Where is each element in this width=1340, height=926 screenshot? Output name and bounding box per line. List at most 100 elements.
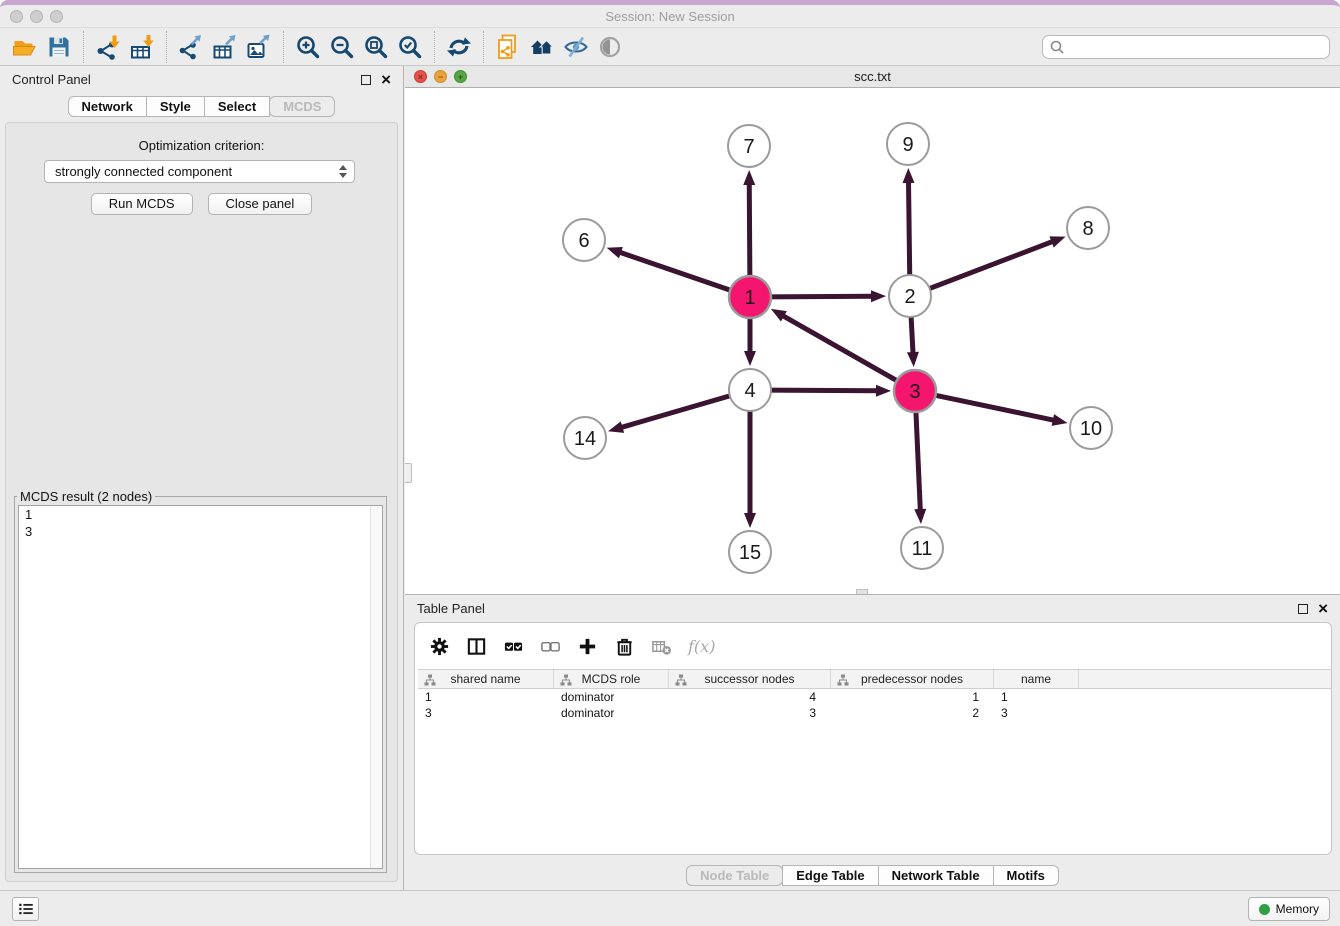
node-label: 14 bbox=[574, 428, 596, 450]
node-3[interactable]: 3 bbox=[894, 370, 936, 412]
node-9[interactable]: 9 bbox=[887, 123, 929, 165]
dropdown-stepper-icon bbox=[339, 165, 347, 178]
open-session-button[interactable] bbox=[8, 32, 42, 62]
search-box[interactable] bbox=[1042, 35, 1330, 59]
vertical-splitter-handle[interactable] bbox=[405, 463, 412, 483]
deselect-all-columns-button[interactable] bbox=[540, 634, 561, 658]
mcds-result-area[interactable]: 13 bbox=[18, 505, 383, 869]
check-boxes-icon bbox=[503, 636, 524, 657]
node-7[interactable]: 7 bbox=[728, 125, 770, 167]
edge-3-10[interactable] bbox=[933, 395, 1068, 426]
table-panel-header: Table Panel × bbox=[405, 595, 1340, 623]
table-tab-network-table[interactable]: Network Table bbox=[878, 865, 994, 886]
column-header-successor-nodes[interactable]: successor nodes bbox=[669, 670, 831, 688]
export-image-button[interactable] bbox=[242, 32, 276, 62]
home-button[interactable] bbox=[525, 32, 559, 62]
edge-1-6[interactable] bbox=[607, 247, 733, 291]
table-cell[interactable]: 3 bbox=[994, 705, 1079, 721]
table-cell[interactable]: 1 bbox=[994, 689, 1079, 705]
node-11[interactable]: 11 bbox=[901, 527, 943, 569]
import-table-button[interactable] bbox=[125, 32, 159, 62]
zoom-out-button[interactable] bbox=[325, 32, 359, 62]
table-close-panel-icon[interactable]: × bbox=[1318, 598, 1328, 620]
delete-column-button[interactable] bbox=[614, 634, 635, 658]
node-8[interactable]: 8 bbox=[1067, 207, 1109, 249]
edge-1-7[interactable] bbox=[743, 170, 755, 279]
export-table-button[interactable] bbox=[208, 32, 242, 62]
toolbar-separator bbox=[283, 31, 284, 63]
close-panel-icon[interactable]: × bbox=[381, 69, 391, 91]
search-input[interactable] bbox=[1065, 37, 1329, 57]
zoom-selected-icon bbox=[397, 34, 423, 60]
zoom-selected-button[interactable] bbox=[393, 32, 427, 62]
edge-2-3[interactable] bbox=[907, 314, 919, 367]
node-10[interactable]: 10 bbox=[1070, 407, 1112, 449]
control-tab-select[interactable]: Select bbox=[204, 96, 270, 117]
toggle-column-panel-button[interactable] bbox=[466, 634, 487, 658]
table-settings-button[interactable] bbox=[429, 634, 450, 658]
node-2[interactable]: 2 bbox=[889, 275, 931, 317]
table-cell[interactable]: 3 bbox=[669, 705, 831, 721]
control-tab-mcds[interactable]: MCDS bbox=[269, 96, 335, 117]
result-scrollbar[interactable] bbox=[370, 506, 382, 868]
node-6[interactable]: 6 bbox=[563, 219, 605, 261]
export-network-button[interactable] bbox=[174, 32, 208, 62]
table-tab-edge-table[interactable]: Edge Table bbox=[782, 865, 878, 886]
toolbar-separator bbox=[166, 31, 167, 63]
close-panel-button[interactable]: Close panel bbox=[208, 193, 313, 215]
float-panel-icon[interactable] bbox=[361, 75, 371, 85]
zoom-fit-button[interactable] bbox=[359, 32, 393, 62]
node-1[interactable]: 1 bbox=[729, 276, 771, 318]
export-table-icon bbox=[212, 34, 238, 60]
table-cell[interactable]: 2 bbox=[831, 705, 994, 721]
table-cell[interactable]: 4 bbox=[669, 689, 831, 705]
column-header-mcds-role[interactable]: MCDS role bbox=[554, 670, 669, 688]
edge-4-3[interactable] bbox=[768, 385, 891, 397]
attribute-icon bbox=[675, 674, 687, 686]
table-tab-node-table[interactable]: Node Table bbox=[686, 865, 783, 886]
refresh-view-button[interactable] bbox=[442, 32, 476, 62]
table-float-panel-icon[interactable] bbox=[1298, 604, 1308, 614]
memory-label: Memory bbox=[1276, 902, 1319, 916]
column-header-shared-name[interactable]: shared name bbox=[418, 670, 554, 688]
open-network-file-button[interactable] bbox=[491, 32, 525, 62]
edge-1-4[interactable] bbox=[744, 315, 756, 366]
node-label: 15 bbox=[739, 542, 761, 564]
network-canvas[interactable]: 7 9 6 8 1 2 4 3 14 10 15 11 bbox=[405, 89, 1340, 594]
table-cell[interactable]: 1 bbox=[831, 689, 994, 705]
table-cell[interactable]: 3 bbox=[418, 705, 554, 721]
task-history-button[interactable] bbox=[12, 897, 39, 921]
node-15[interactable]: 15 bbox=[729, 531, 771, 573]
result-line: 1 bbox=[19, 506, 382, 523]
edge-2-9[interactable] bbox=[903, 168, 915, 278]
control-tab-style[interactable]: Style bbox=[146, 96, 205, 117]
table-cell[interactable]: 1 bbox=[418, 689, 554, 705]
edge-3-1[interactable] bbox=[771, 309, 900, 382]
memory-button[interactable]: Memory bbox=[1248, 897, 1330, 921]
edge-3-11[interactable] bbox=[914, 409, 926, 524]
node-14[interactable]: 14 bbox=[564, 417, 606, 459]
save-session-button[interactable] bbox=[42, 32, 76, 62]
import-network-button[interactable] bbox=[91, 32, 125, 62]
hide-selected-button[interactable] bbox=[559, 32, 593, 62]
select-all-columns-button[interactable] bbox=[503, 634, 524, 658]
column-header-name[interactable]: name bbox=[994, 670, 1079, 688]
criterion-dropdown[interactable]: strongly connected component bbox=[44, 160, 355, 183]
control-panel-header: Control Panel × bbox=[0, 66, 403, 94]
edge-4-15[interactable] bbox=[744, 408, 756, 528]
add-column-button[interactable] bbox=[577, 634, 598, 658]
network-graph[interactable]: 7 9 6 8 1 2 4 3 14 10 15 11 bbox=[405, 89, 1340, 594]
table-tab-motifs[interactable]: Motifs bbox=[993, 865, 1059, 886]
mcds-result-group: MCDS result (2 nodes) 13 bbox=[14, 489, 387, 873]
table-cell[interactable]: dominator bbox=[554, 689, 669, 705]
edge-2-8[interactable] bbox=[927, 236, 1066, 289]
control-tab-network[interactable]: Network bbox=[68, 96, 147, 117]
toolbar-separator bbox=[434, 31, 435, 63]
column-header-predecessor-nodes[interactable]: predecessor nodes bbox=[831, 670, 994, 688]
zoom-in-button[interactable] bbox=[291, 32, 325, 62]
edge-1-2[interactable] bbox=[768, 290, 886, 302]
node-4[interactable]: 4 bbox=[729, 369, 771, 411]
edge-4-14[interactable] bbox=[608, 395, 733, 433]
table-cell[interactable]: dominator bbox=[554, 705, 669, 721]
run-mcds-button[interactable]: Run MCDS bbox=[91, 193, 193, 215]
